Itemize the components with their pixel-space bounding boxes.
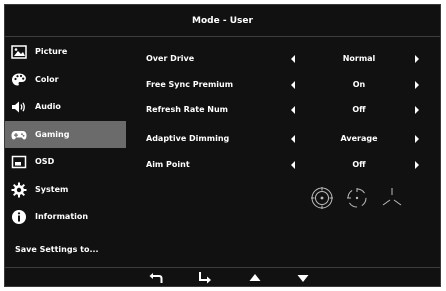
sidebar-item-audio[interactable]: Audio [5,93,126,121]
setting-label: Aim Point [146,160,190,169]
sidebar-item-label: System [35,184,69,194]
palette-icon [12,73,26,85]
osd-window-icon [11,155,27,169]
sidebar-item-picture[interactable]: Picture [5,38,126,66]
arrow-left-icon[interactable] [291,81,295,89]
setting-label: Free Sync Premium [146,80,234,89]
picture-icon [11,45,27,59]
setting-label: Over Drive [146,54,195,63]
sidebar-item-information[interactable]: Information [5,203,126,231]
settings-panel: Over Drive Normal Free Sync Premium On R… [126,38,442,266]
setting-value: On [352,80,366,89]
menu-title: Mode - User [5,5,440,37]
gear-icon [11,182,27,197]
setting-value: Off [352,160,366,169]
arrow-right-icon[interactable] [415,55,419,63]
osd-menu: Mode - User Picture Color Audio Gaming O… [4,4,441,287]
up-arrow-icon[interactable] [247,270,263,286]
enter-icon[interactable] [197,270,213,286]
crosshair-circle-dot-icon[interactable] [310,186,334,210]
sidebar-item-label: Color [35,74,59,84]
navigation-bar [5,267,440,288]
arrow-right-icon[interactable] [415,135,419,143]
sidebar-item-label: Gaming [35,129,70,139]
arrow-right-icon[interactable] [415,161,419,169]
sidebar-item-osd[interactable]: OSD [5,148,126,176]
setting-value: Average [340,134,378,143]
crosshair-y-icon[interactable] [380,186,404,210]
arrow-left-icon[interactable] [291,55,295,63]
arrow-left-icon[interactable] [291,135,295,143]
sidebar-item-label: OSD [35,157,55,166]
sidebar-item-label: Picture [35,47,68,56]
info-icon [12,210,26,224]
arrow-left-icon[interactable] [291,106,295,114]
setting-label: Adaptive Dimming [146,134,230,143]
down-arrow-icon[interactable] [295,270,311,286]
setting-value: Normal [342,54,376,63]
sidebar-item-label: Information [35,212,89,221]
setting-row-refresh-rate-num[interactable]: Refresh Rate Num Off [126,98,442,122]
setting-row-adaptive-dimming[interactable]: Adaptive Dimming Average [126,127,442,151]
save-settings-button[interactable]: Save Settings to... [15,245,99,254]
crosshair-circle-icon[interactable] [345,186,369,210]
sidebar-item-system[interactable]: System [5,176,126,204]
sidebar-item-color[interactable]: Color [5,66,126,94]
arrow-left-icon[interactable] [291,161,295,169]
arrow-right-icon[interactable] [415,81,419,89]
speaker-icon [12,101,25,113]
setting-row-over-drive[interactable]: Over Drive Normal [126,47,442,71]
sidebar-item-gaming[interactable]: Gaming [5,120,126,148]
sidebar: Picture Color Audio Gaming OSD System In… [5,38,126,231]
setting-label: Refresh Rate Num [146,105,228,114]
gamepad-icon [11,130,27,139]
arrow-right-icon[interactable] [415,106,419,114]
sidebar-item-label: Audio [35,102,61,111]
setting-row-aim-point[interactable]: Aim Point Off [126,153,442,177]
setting-row-free-sync-premium[interactable]: Free Sync Premium On [126,73,442,97]
setting-value: Off [352,105,366,114]
return-icon[interactable] [148,270,164,286]
